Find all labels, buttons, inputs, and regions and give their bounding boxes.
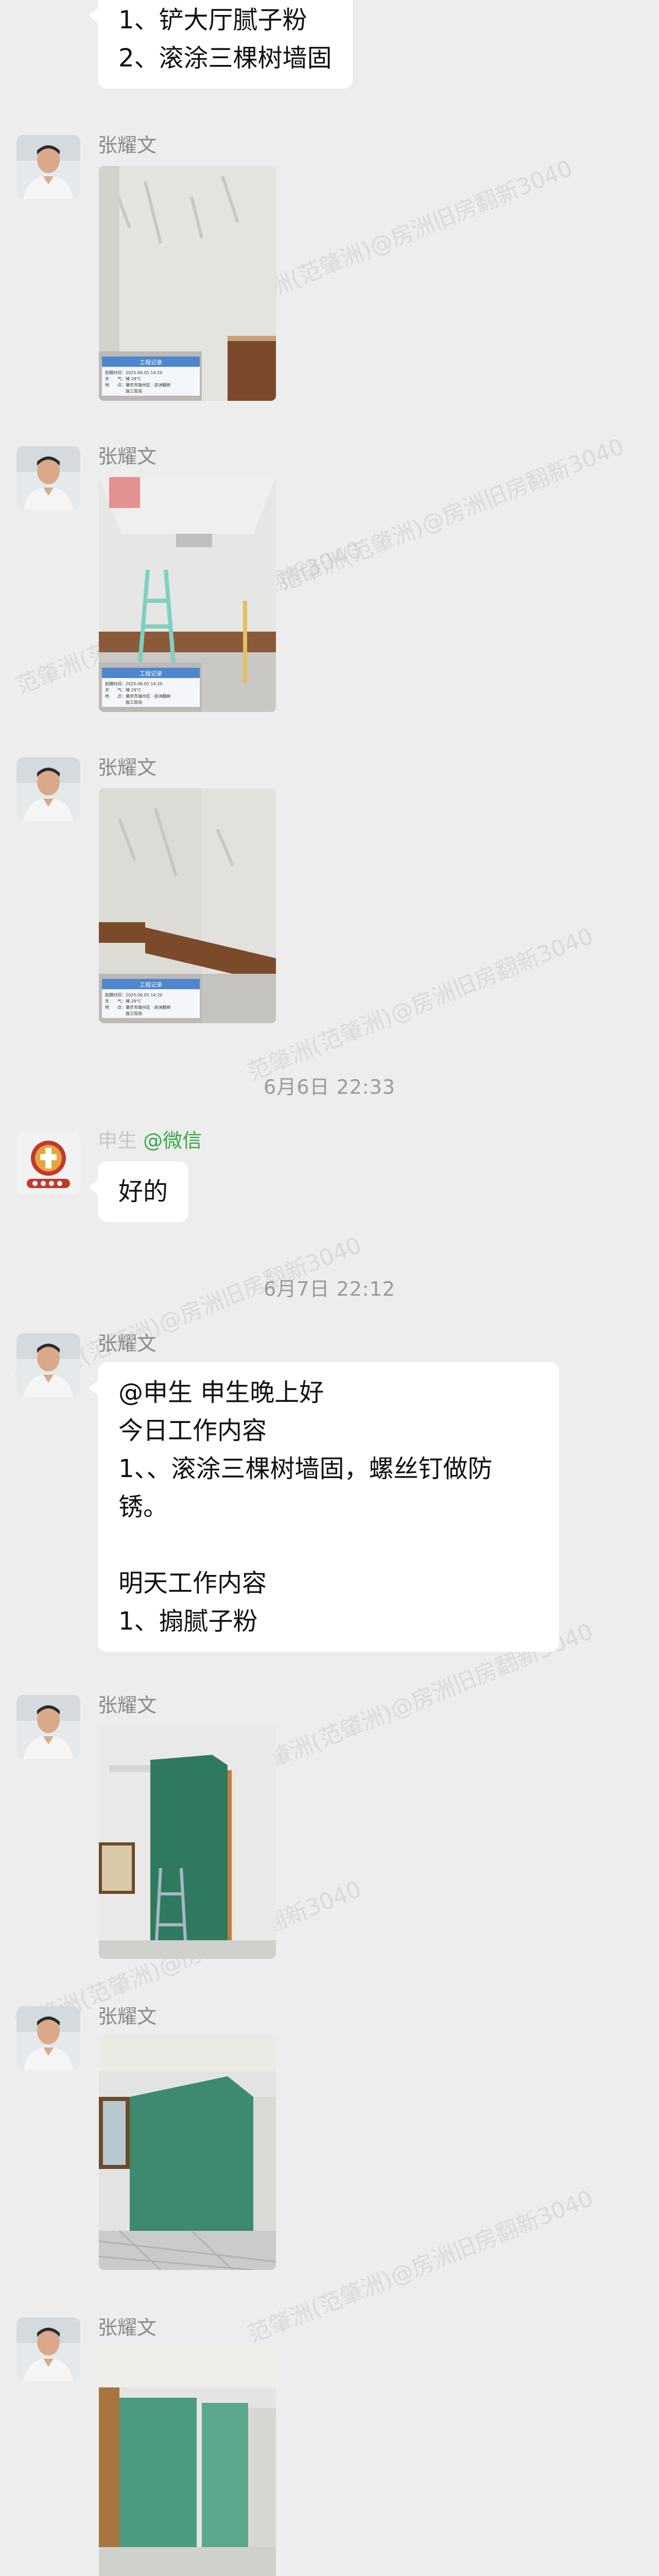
watermark-text: 范肇洲(范肇洲)@房洲旧房翻新3040 bbox=[244, 2185, 597, 2348]
message-line: 1、、滚涂三棵树墙固，螺丝钉做防 bbox=[118, 1454, 493, 1483]
photo-card-row: 拍摄时间：2025.06.05 14:20 bbox=[105, 681, 162, 686]
message-line: 1、铲大厅腻子粉 bbox=[118, 6, 307, 35]
avatar[interactable] bbox=[16, 757, 80, 821]
photo-card-row: 拍摄时间：2025.06.05 14:20 bbox=[105, 992, 162, 997]
photo-green-partition bbox=[99, 1724, 276, 1959]
message-line: @申生 申生晚上好 bbox=[118, 1378, 324, 1407]
avatar[interactable] bbox=[16, 2317, 80, 2381]
sender-name: 张耀文 bbox=[98, 1694, 157, 1717]
photo-message[interactable]: 工程记录 拍摄时间：2025.06.05 14:20 天 气：晴 29°C 地 … bbox=[99, 788, 276, 1023]
photo-card-title: 工程记录 bbox=[140, 670, 162, 677]
person-avatar-icon bbox=[16, 2317, 80, 2381]
message-text: 好的 bbox=[118, 1177, 168, 1206]
avatar[interactable] bbox=[16, 2006, 80, 2070]
photo-green-room bbox=[99, 2035, 276, 2270]
avatar[interactable] bbox=[16, 1333, 80, 1397]
sender-name: 张耀文 bbox=[98, 134, 157, 157]
photo-card-row: 拍摄时间：2025.06.05 14:20 bbox=[105, 370, 162, 375]
message-line: 今日工作内容 bbox=[118, 1416, 267, 1445]
photo-message[interactable] bbox=[99, 1724, 276, 1959]
message-line: 锈。 bbox=[118, 1493, 168, 1521]
photo-room-ladder: 工程记录 拍摄时间：2025.06.05 14:20 天 气：晴 29°C 地 … bbox=[99, 477, 276, 712]
sender-name-blurred: 申生 bbox=[98, 1129, 137, 1152]
sender-name: 张耀文 bbox=[98, 1332, 157, 1355]
photo-card-row: 天 气：晴 29°C bbox=[105, 376, 142, 381]
photo-card-row: 地 点：肇庆市端州区 · 房洲翻新 bbox=[105, 693, 171, 699]
photo-card-row: 天 气：晴 29°C bbox=[105, 998, 142, 1004]
message-bubble[interactable]: @申生 申生晚上好 今日工作内容 1、、滚涂三棵树墙固，螺丝钉做防 锈。 明天工… bbox=[89, 1362, 559, 1652]
message-bubble-top[interactable]: 1、铲大厅腻子粉 2、滚涂三棵树墙固 bbox=[89, 0, 353, 89]
photo-card-row: 施工现场 bbox=[105, 388, 142, 394]
person-avatar-icon bbox=[16, 757, 80, 821]
avatar[interactable] bbox=[16, 446, 80, 510]
sender-name: 张耀文 bbox=[98, 2316, 157, 2339]
timestamp: 6月6日 22:33 bbox=[264, 1076, 395, 1098]
person-avatar-icon bbox=[16, 446, 80, 510]
avatar[interactable] bbox=[16, 1131, 80, 1195]
person-avatar-icon bbox=[16, 1695, 80, 1759]
watermark-text: 范肇洲(范肇洲)@房洲旧房翻新3040 bbox=[275, 433, 628, 597]
message-line bbox=[118, 1526, 539, 1564]
person-avatar-icon bbox=[16, 1333, 80, 1397]
timestamp: 6月7日 22:12 bbox=[264, 1278, 395, 1300]
avatar[interactable] bbox=[16, 135, 80, 199]
photo-message[interactable] bbox=[99, 2035, 276, 2270]
person-avatar-icon bbox=[16, 2006, 80, 2070]
sender-name: 张耀文 bbox=[98, 445, 157, 468]
message-line: 2、滚涂三棵树墙固 bbox=[118, 44, 332, 73]
photo-card-row: 施工现场 bbox=[105, 700, 142, 705]
watermark-text: 范肇洲(范肇洲)@房洲旧房翻新3040 bbox=[244, 923, 597, 1086]
sender-name: 申生 @微信 bbox=[98, 1128, 202, 1153]
person-avatar-icon bbox=[16, 135, 80, 199]
avatar[interactable] bbox=[16, 1695, 80, 1759]
message-line: 1、搧腻子粉 bbox=[118, 1607, 258, 1636]
photo-room-corner: 工程记录 拍摄时间：2025.06.05 14:20 天 气：晴 29°C 地 … bbox=[99, 788, 276, 1023]
sender-source: @微信 bbox=[143, 1129, 202, 1152]
photo-message[interactable] bbox=[99, 2346, 276, 2576]
photo-card-row: 地 点：肇庆市端州区 · 房洲翻新 bbox=[105, 382, 171, 387]
photo-card-title: 工程记录 bbox=[140, 359, 162, 366]
message-bubble[interactable]: 好的 bbox=[88, 1161, 189, 1222]
photo-card-row: 天 气：晴 29°C bbox=[105, 687, 142, 692]
photo-message[interactable]: 工程记录 拍摄时间：2025.06.05 14:20 天 气：晴 29°C 地 … bbox=[99, 477, 276, 712]
brand-logo-avatar-icon bbox=[16, 1131, 80, 1195]
sender-name: 张耀文 bbox=[98, 2005, 157, 2028]
photo-message[interactable]: 工程记录 拍摄时间：2025.06.05 14:20 天 气：晴 29°C 地 … bbox=[99, 166, 276, 401]
photo-card-title: 工程记录 bbox=[140, 981, 162, 988]
sender-name: 张耀文 bbox=[98, 756, 157, 779]
photo-room-wall: 工程记录 拍摄时间：2025.06.05 14:20 天 气：晴 29°C 地 … bbox=[99, 166, 276, 401]
message-line: 明天工作内容 bbox=[118, 1569, 267, 1598]
photo-card-row: 施工现场 bbox=[105, 1011, 142, 1016]
photo-green-walls bbox=[99, 2346, 276, 2576]
photo-card-row: 地 点：肇庆市端州区 · 房洲翻新 bbox=[105, 1005, 171, 1010]
